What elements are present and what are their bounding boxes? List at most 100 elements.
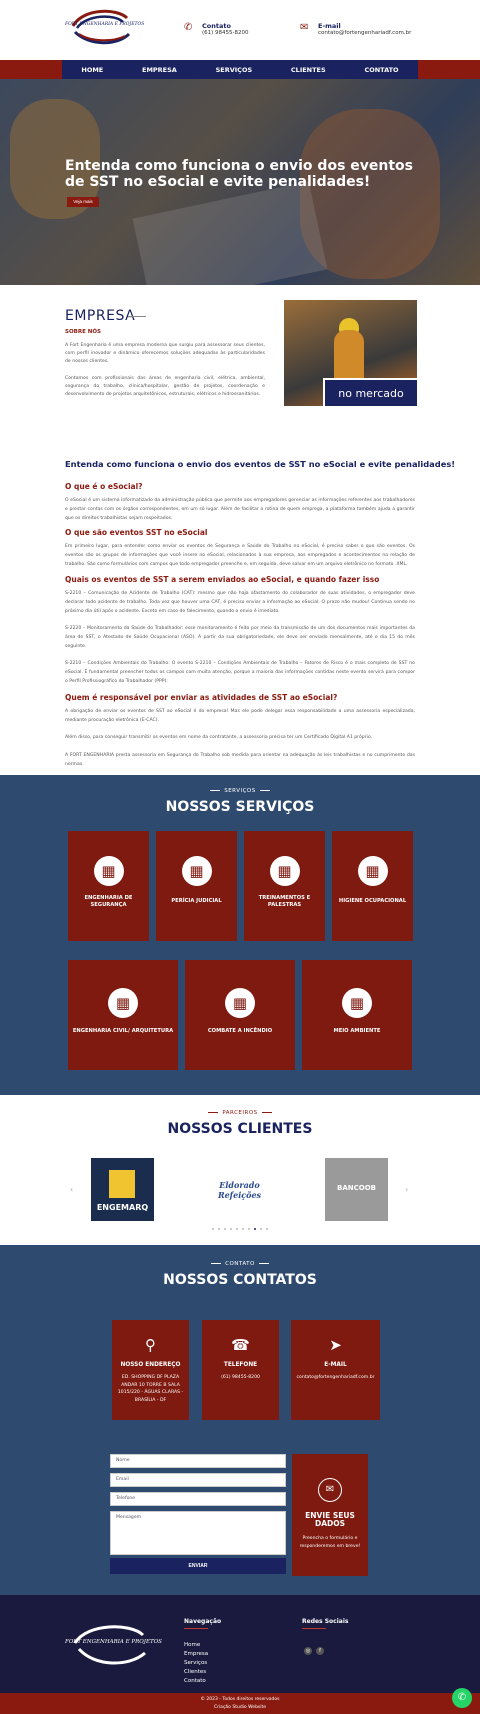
building-icon: ▦ [342,988,372,1018]
service-label: ENGENHARIA CIVIL/ ARQUITETURA [72,1028,174,1034]
send-icon: ➤ [329,1336,342,1354]
name-input[interactable]: Nome [110,1454,286,1468]
article-paragraph: S-2220 – Monitoramento da Saúde do Traba… [65,626,415,649]
side-title: ENVIE SEUS DADOS [305,1511,355,1528]
clients-title: NOSSOS CLIENTES [167,1121,313,1137]
facebook-icon[interactable]: f [316,1647,324,1655]
card-value: ED. SHOPPING DF PLAZA ANDAR 10 TORRE B S… [117,1375,184,1403]
carousel-next-button[interactable]: › [405,1185,408,1194]
client-name: BANCOOB [337,1184,376,1192]
article-paragraph: Em primeiro lugar, para entender como en… [65,544,415,567]
service-card[interactable]: ▦ MEIO AMBIENTE [302,960,412,1070]
building-icon: ▦ [225,988,255,1018]
hero-title: Entenda como funciona o envio dos evento… [65,158,413,190]
contact-kicker: CONTATO [0,1261,480,1267]
copyright-bar: © 2023 - Todos direitos reservados Criaç… [0,1693,480,1714]
title-underline [302,1628,326,1629]
building-icon: ▦ [269,856,300,886]
footer-link-clientes[interactable]: Clientes [184,1669,206,1675]
client-logo[interactable]: ENGEMARQ [91,1158,154,1221]
submit-button[interactable]: ENVIAR [110,1558,286,1574]
article-heading: O que é o eSocial? [65,482,143,491]
email-label: E-mail [318,22,341,30]
empresa-section: EMPRESA SOBRE NÓS A Fort Engenharia é um… [0,285,480,425]
service-card[interactable]: ▦ ENGENHARIA DE SEGURANÇA [68,831,149,941]
services-kicker: SERVIÇOS [0,788,480,794]
client-logo[interactable]: BANCOOB [325,1158,388,1221]
building-icon: ▦ [108,988,138,1018]
article-title: Entenda como funciona o envio dos evento… [65,459,456,469]
empresa-title: EMPRESA [65,308,136,324]
nav-empresa[interactable]: EMPRESA [142,66,177,74]
footer-link-servicos[interactable]: Serviços [184,1660,207,1666]
image-tag: no mercado [323,378,417,406]
nav-servicos[interactable]: SERVIÇOS [216,66,253,74]
main-nav: HOME EMPRESA SERVIÇOS CLIENTES CONTATO [62,60,418,79]
hero-banner: Entenda como funciona o envio dos evento… [0,79,480,285]
service-card[interactable]: ▦ PERÍCIA JUDICIAL [156,831,237,941]
service-card[interactable]: ▦ TREINAMENTOS E PALESTRAS [244,831,325,941]
service-label: MEIO AMBIENTE [333,1028,381,1034]
service-card[interactable]: ▦ ENGENHARIA CIVIL/ ARQUITETURA [68,960,178,1070]
building-icon: ▦ [93,856,124,886]
article-heading: Quais os eventos de SST a serem enviados… [65,575,380,584]
empresa-paragraph: A Fort Engenharia é uma empresa moderna … [65,343,265,365]
footer-link-home[interactable]: Home [184,1642,200,1648]
whatsapp-icon[interactable]: ✆ [452,1688,472,1708]
envelope-icon: ✉ [318,1478,342,1502]
instagram-icon[interactable]: ◎ [304,1647,312,1655]
email-card[interactable]: ➤ E-MAIL contato@fortengenhariadf.com.br [291,1320,380,1420]
footer-logo[interactable]: FORT ENGENHARIA E PROJETOS [65,1619,162,1669]
title-divider [128,316,146,317]
site-logo[interactable]: FORT ENGENHARIA E PROJETOS [65,6,145,48]
side-text: Preencha o formulário e responderemos em… [299,1536,361,1549]
nav-clientes[interactable]: CLIENTES [291,66,326,74]
service-card[interactable]: ▦ HIGIENE OCUPACIONAL [332,831,413,941]
phone-input[interactable]: Telefone [110,1492,286,1506]
client-name: Eldorado Refeições [217,1180,262,1200]
logo-mark-icon [109,1170,135,1198]
message-textarea[interactable]: Mensagem [110,1511,286,1555]
logo-swoosh-icon [71,9,131,45]
service-card[interactable]: ▦ COMBATE A INCÊNDIO [185,960,295,1070]
email-input[interactable]: Email [110,1473,286,1487]
article-paragraph: S-2210 – Condições Ambientais do Trabalh… [65,661,415,684]
service-label: PERÍCIA JUDICIAL [171,898,222,904]
footer-logo-text: FORT ENGENHARIA E PROJETOS [65,1639,162,1645]
title-underline [184,1628,208,1629]
card-value: (61) 98455-8200 [221,1375,260,1380]
hero-cta-button[interactable]: Veja mais [67,197,99,207]
card-title: NOSSO ENDEREÇO [120,1362,181,1368]
contact-phone: (61) 98455-8200 [202,30,249,36]
credit-text[interactable]: Criação Studio Website [0,1704,480,1712]
client-name: ENGEMARQ [96,1203,149,1212]
envelope-icon: ✉ [300,22,309,33]
phone-card[interactable]: ☎ TELEFONE (61) 98455-8200 [202,1320,279,1420]
site-footer: FORT ENGENHARIA E PROJETOS Navegação Hom… [0,1595,480,1708]
footer-social-title: Redes Sociais [302,1618,349,1625]
email-address: contato@fortengenhariadf.com.br [318,30,412,36]
article-paragraph: Além disso, para conseguir transmitir os… [65,735,373,740]
empresa-image: no mercado [284,300,417,406]
logo-text: FORT ENGENHARIA E PROJETOS [65,22,145,27]
clients-section: PARCEIROS NOSSOS CLIENTES ‹ ENGEMARQ Eld… [0,1095,480,1245]
map-pin-icon: ⚲ [145,1336,156,1354]
nav-contato[interactable]: CONTATO [364,66,398,74]
article-paragraph: S-2210 – Comunicação de Acidente de Trab… [65,591,415,614]
services-title: NOSSOS SERVIÇOS [165,799,315,815]
carousel-prev-button[interactable]: ‹ [70,1185,73,1194]
headset-icon: ☎ [231,1336,250,1354]
nav-home[interactable]: HOME [81,66,103,74]
header-email[interactable]: ✉ E-mail contato@fortengenhariadf.com.br [300,22,411,36]
services-section: SERVIÇOS NOSSOS SERVIÇOS ▦ ENGENHARIA DE… [0,775,480,1095]
carousel-dots[interactable] [212,1228,268,1230]
copyright-text: © 2023 - Todos direitos reservados [200,1697,280,1702]
clients-kicker: PARCEIROS [0,1110,480,1116]
footer-link-empresa[interactable]: Empresa [184,1651,208,1657]
form-info-card: ✉ ENVIE SEUS DADOS Preencha o formulário… [292,1454,368,1576]
footer-link-contato[interactable]: Contato [184,1678,206,1684]
header-contact[interactable]: ✆ Contato (61) 98455-8200 [184,22,249,36]
client-logo[interactable]: Eldorado Refeições [208,1158,271,1221]
article-heading: Quem é responsável por enviar as ativida… [65,693,338,702]
service-label: HIGIENE OCUPACIONAL [338,898,407,904]
